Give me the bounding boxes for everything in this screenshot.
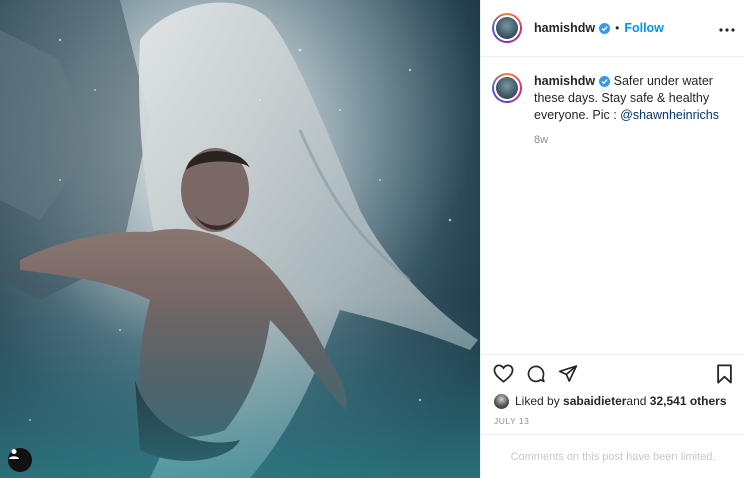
user-tag-icon[interactable] [8, 448, 32, 472]
comment-icon[interactable] [526, 364, 546, 384]
mention-link[interactable]: @shawnheinrichs [620, 108, 719, 122]
heart-icon[interactable] [493, 364, 514, 383]
likes-middle: and [626, 394, 647, 408]
separator-dot: • [615, 21, 620, 35]
post-age[interactable]: 8w [534, 132, 734, 149]
verified-badge-icon [599, 22, 611, 34]
liker-username[interactable]: sabaidieter [563, 394, 626, 408]
likes-count[interactable]: 32,541 others [650, 394, 727, 408]
verified-badge-icon [599, 76, 611, 88]
caption-text: hamishdw Safer under water these days. S… [534, 73, 734, 354]
likes-prefix: Liked by [515, 394, 560, 408]
post: hamishdw • Follow hamishdw Safer under w… [0, 0, 745, 478]
likes-summary: Liked by sabaidieter and 32,541 others [481, 392, 745, 410]
avatar[interactable] [492, 13, 522, 43]
follow-button[interactable]: Follow [624, 21, 664, 35]
post-photo[interactable] [0, 0, 480, 478]
caption: hamishdw Safer under water these days. S… [481, 57, 745, 354]
bookmark-icon[interactable] [716, 363, 733, 384]
more-options-icon[interactable] [719, 23, 735, 33]
liker-avatar[interactable] [494, 393, 509, 409]
header-username[interactable]: hamishdw [534, 21, 595, 35]
post-sidebar: hamishdw • Follow hamishdw Safer under w… [480, 0, 745, 478]
underwater-photo-illustration [0, 0, 480, 478]
share-icon[interactable] [558, 364, 578, 383]
caption-avatar[interactable] [492, 73, 522, 103]
caption-username[interactable]: hamishdw [534, 74, 595, 88]
post-date[interactable]: JULY 13 [481, 416, 745, 434]
action-bar [481, 354, 745, 392]
comments-limited-notice: Comments on this post have been limited. [481, 434, 745, 478]
post-header: hamishdw • Follow [481, 0, 745, 57]
